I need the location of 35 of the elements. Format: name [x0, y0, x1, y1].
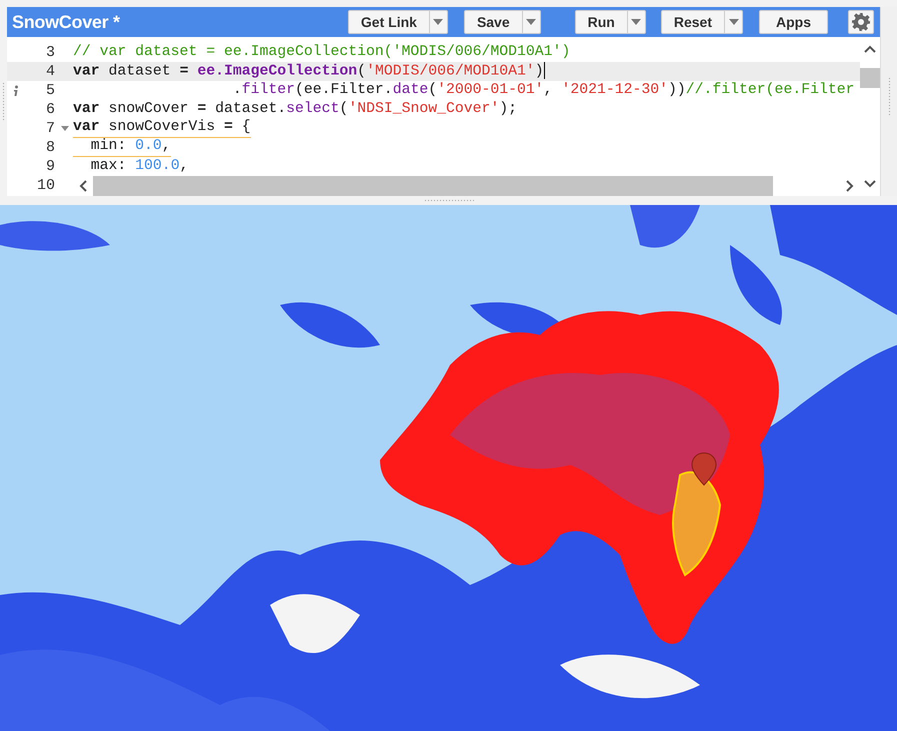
code-line[interactable]: min: 0.0,: [73, 138, 171, 157]
line-number: 4: [46, 63, 55, 80]
caret-icon: [728, 19, 738, 25]
settings-button[interactable]: [848, 10, 874, 34]
settings-icon: [852, 13, 870, 31]
line-number: 7: [46, 120, 55, 137]
caret-icon: [526, 19, 536, 25]
info-icon[interactable]: [12, 84, 20, 96]
splitter-handle[interactable]: [424, 199, 474, 202]
line-number: 10: [36, 177, 55, 194]
code-line[interactable]: max: 100.0,: [73, 157, 188, 176]
toolbar-button[interactable]: Apps: [760, 11, 827, 33]
scroll-up-icon[interactable]: [864, 44, 876, 54]
caret-icon: [433, 19, 444, 25]
code-line[interactable]: // var dataset = ee.ImageCollection('MODIS/006/MOD10A1'): [73, 43, 570, 62]
caret-icon: [631, 19, 642, 25]
fold-caret-icon[interactable]: [61, 126, 69, 131]
scroll-right-icon[interactable]: [845, 180, 855, 192]
line-number: 3: [46, 44, 55, 61]
resize-handle[interactable]: [2, 82, 5, 122]
scrollbar-thumb[interactable]: [860, 68, 880, 88]
script-title: SnowCover *: [12, 10, 121, 34]
line-number: 9: [46, 158, 55, 175]
resize-handle[interactable]: [888, 77, 890, 117]
map-drawing[interactable]: [0, 205, 897, 731]
code-line[interactable]: var snowCoverVis = {: [73, 119, 251, 138]
code-line[interactable]: var dataset = ee.ImageCollection('MODIS/006/MOD10A1'): [73, 62, 546, 81]
scroll-down-icon[interactable]: [864, 179, 876, 189]
scroll-left-icon[interactable]: [78, 180, 88, 192]
dropdown-button[interactable]: [724, 11, 742, 33]
code-line[interactable]: .filter(ee.Filter.date('2000-01-01', '2021-12-30'))//.filter(ee.Filter: [73, 81, 854, 100]
line-number: 6: [46, 101, 55, 118]
line-number: 8: [46, 139, 55, 156]
code-line[interactable]: var snowCover = dataset.select('NDSI_Snow_Cover');: [73, 100, 518, 119]
line-number: 5: [46, 82, 55, 99]
